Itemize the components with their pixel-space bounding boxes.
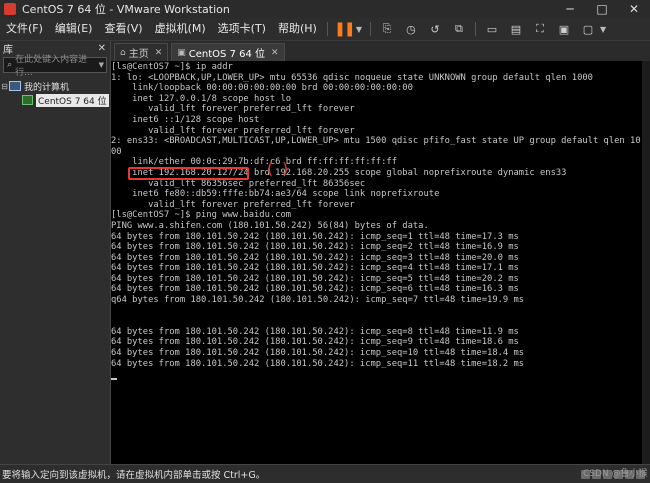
menu-vm[interactable]: 虚拟机(M) xyxy=(149,18,212,40)
tree-item-my-computer[interactable]: ⊟ 我的计算机 xyxy=(0,79,110,93)
terminal-line: inet6 fe80::db59:fffe:bb74:ae3/64 scope … xyxy=(111,189,440,200)
menu-help[interactable]: 帮助(H) xyxy=(272,18,323,40)
title-bar: CentOS 7 64 位 - VMware Workstation ─ □ ✕ xyxy=(0,0,650,18)
terminal-line: 64 bytes from 180.101.50.242 (180.101.50… xyxy=(111,358,525,369)
snapshot-manager-icon[interactable]: ⧉ xyxy=(450,21,468,37)
close-icon[interactable]: ✕ xyxy=(618,0,650,18)
terminal-line: [ls@CentOS7 ~]$ ping www.baidu.com xyxy=(111,210,292,221)
terminal-line: q64 bytes from 180.101.50.242 (180.101.5… xyxy=(111,295,525,306)
chevron-down-icon[interactable]: ▼ xyxy=(356,25,362,34)
chevron-down-icon[interactable]: ▼ xyxy=(99,61,104,69)
console-view-icon[interactable]: ▢ xyxy=(579,21,597,37)
terminal-line: PING www.a.shifen.com (180.101.50.242) 5… xyxy=(111,220,429,231)
tab-bar: ⌂ 主页 ✕ ▣ CentOS 7 64 位 ✕ xyxy=(111,41,650,61)
console-scrollbar[interactable] xyxy=(642,61,650,464)
chevron-down-icon[interactable]: ▼ xyxy=(600,25,606,34)
library-icon[interactable]: ▭ xyxy=(483,21,501,37)
annotation-bracket-right: ) xyxy=(282,159,289,178)
terminal-line: 64 bytes from 180.101.50.242 (180.101.50… xyxy=(111,348,525,359)
terminal-output: [ls@CentOS7 ~]$ ip addr 1: lo: <LOOPBACK,… xyxy=(111,62,641,380)
maximize-icon[interactable]: □ xyxy=(586,0,618,18)
terminal-line: 64 bytes from 180.101.50.242 (180.101.50… xyxy=(111,252,519,263)
terminal-line: valid_lft forever preferred_lft forever xyxy=(111,104,355,115)
toolbar-separator xyxy=(326,22,328,36)
vm-tree: ⊟ 我的计算机 CentOS 7 64 位 xyxy=(0,79,110,107)
annotation-bracket-left: ( xyxy=(267,159,274,178)
terminal-line: valid_lft forever preferred_lft forever xyxy=(111,125,355,136)
tree-item-label: 我的计算机 xyxy=(24,82,70,93)
unity-icon[interactable]: ▣ xyxy=(555,21,573,37)
close-icon[interactable]: ✕ xyxy=(98,43,106,54)
vmware-logo-icon xyxy=(4,3,16,15)
terminal-line: 2: ens33: <BROADCAST,MULTICAST,UP,LOWER_… xyxy=(111,136,641,147)
terminal-line: valid_lft forever preferred_lft forever xyxy=(111,199,355,210)
fullscreen-icon[interactable]: ⛶ xyxy=(531,21,549,37)
terminal-line: 64 bytes from 180.101.50.242 (180.101.50… xyxy=(111,242,519,253)
tree-item-label: CentOS 7 64 位 xyxy=(36,93,109,107)
toolbar-separator xyxy=(474,22,476,36)
watermark-text: CSDN @鲁小猴 xyxy=(583,469,648,479)
status-text: 要将输入定向到该虚拟机，请在虚拟机内部单击或按 Ctrl+G。 xyxy=(2,470,266,481)
terminal-line: 00 xyxy=(111,146,122,157)
terminal-line: 64 bytes from 180.101.50.242 (180.101.50… xyxy=(111,337,519,348)
minimize-icon[interactable]: ─ xyxy=(554,0,586,18)
terminal-line: inet 127.0.0.1/8 scope host lo xyxy=(111,93,292,104)
terminal-line: valid_lft 86356sec preferred_lft 86356se… xyxy=(111,178,366,189)
close-icon[interactable]: ✕ xyxy=(271,48,279,58)
pause-icon[interactable]: ❚❚ xyxy=(334,21,355,37)
home-icon: ⌂ xyxy=(120,47,126,58)
status-bar: 要将输入定向到该虚拟机，请在虚拟机内部单击或按 Ctrl+G。 xyxy=(0,464,650,483)
terminal-line: 64 bytes from 180.101.50.242 (180.101.50… xyxy=(111,273,519,284)
library-title: 库 xyxy=(3,44,13,56)
menu-edit[interactable]: 编辑(E) xyxy=(49,18,99,40)
terminal-line: 64 bytes from 180.101.50.242 (180.101.50… xyxy=(111,284,519,295)
terminal-line: 64 bytes from 180.101.50.242 (180.101.50… xyxy=(111,263,519,274)
terminal-cursor-line xyxy=(111,369,641,380)
library-sidebar: 库 ✕ ⌕ 在此处键入内容进行... ▼ ⊟ 我的计算机 CentOS 7 64… xyxy=(0,41,111,464)
snapshot-icon[interactable]: ◷ xyxy=(402,21,420,37)
vm-running-icon xyxy=(22,95,33,105)
library-search-input[interactable]: ⌕ 在此处键入内容进行... ▼ xyxy=(3,55,107,78)
tab-centos[interactable]: ▣ CentOS 7 64 位 ✕ xyxy=(171,43,285,61)
close-icon[interactable]: ✕ xyxy=(155,48,163,58)
terminal-line: 1: lo: <LOOPBACK,UP,LOWER_UP> mtu 65536 … xyxy=(111,72,593,83)
menu-view[interactable]: 查看(V) xyxy=(98,18,148,40)
toolbar-separator xyxy=(369,22,371,36)
tab-home[interactable]: ⌂ 主页 ✕ xyxy=(114,43,169,61)
vm-console[interactable]: [ls@CentOS7 ~]$ ip addr 1: lo: <LOOPBACK,… xyxy=(111,61,642,464)
vm-icon: ▣ xyxy=(177,47,186,58)
thumbnail-icon[interactable]: ▤ xyxy=(507,21,525,37)
annotation-highlight-box xyxy=(128,167,249,180)
terminal-cursor xyxy=(111,377,117,380)
send-ctrl-alt-del-icon[interactable]: ⎘ xyxy=(378,21,396,37)
search-icon: ⌕ xyxy=(7,60,13,70)
snapshot-revert-icon[interactable]: ↺ xyxy=(426,21,444,37)
tab-label: CentOS 7 64 位 xyxy=(188,49,266,60)
menu-bar: 文件(F) 编辑(E) 查看(V) 虚拟机(M) 选项卡(T) 帮助(H) ❚❚… xyxy=(0,18,650,41)
terminal-line: link/loopback 00:00:00:00:00:00 brd 00:0… xyxy=(111,83,413,94)
tree-item-centos[interactable]: CentOS 7 64 位 xyxy=(0,93,110,107)
terminal-line: inet6 ::1/128 scope host xyxy=(111,114,260,125)
search-placeholder: 在此处键入内容进行... xyxy=(15,55,88,78)
terminal-line: 64 bytes from 180.101.50.242 (180.101.50… xyxy=(111,326,519,337)
terminal-line: [ls@CentOS7 ~]$ ip addr xyxy=(111,62,233,72)
terminal-line: 64 bytes from 180.101.50.242 (180.101.50… xyxy=(111,231,519,242)
menu-file[interactable]: 文件(F) xyxy=(0,18,49,40)
computer-icon xyxy=(9,81,21,91)
menu-tabs[interactable]: 选项卡(T) xyxy=(212,18,272,40)
collapse-icon[interactable]: ⊟ xyxy=(0,82,9,91)
window-title: CentOS 7 64 位 - VMware Workstation xyxy=(22,3,230,16)
tab-label: 主页 xyxy=(128,49,149,60)
